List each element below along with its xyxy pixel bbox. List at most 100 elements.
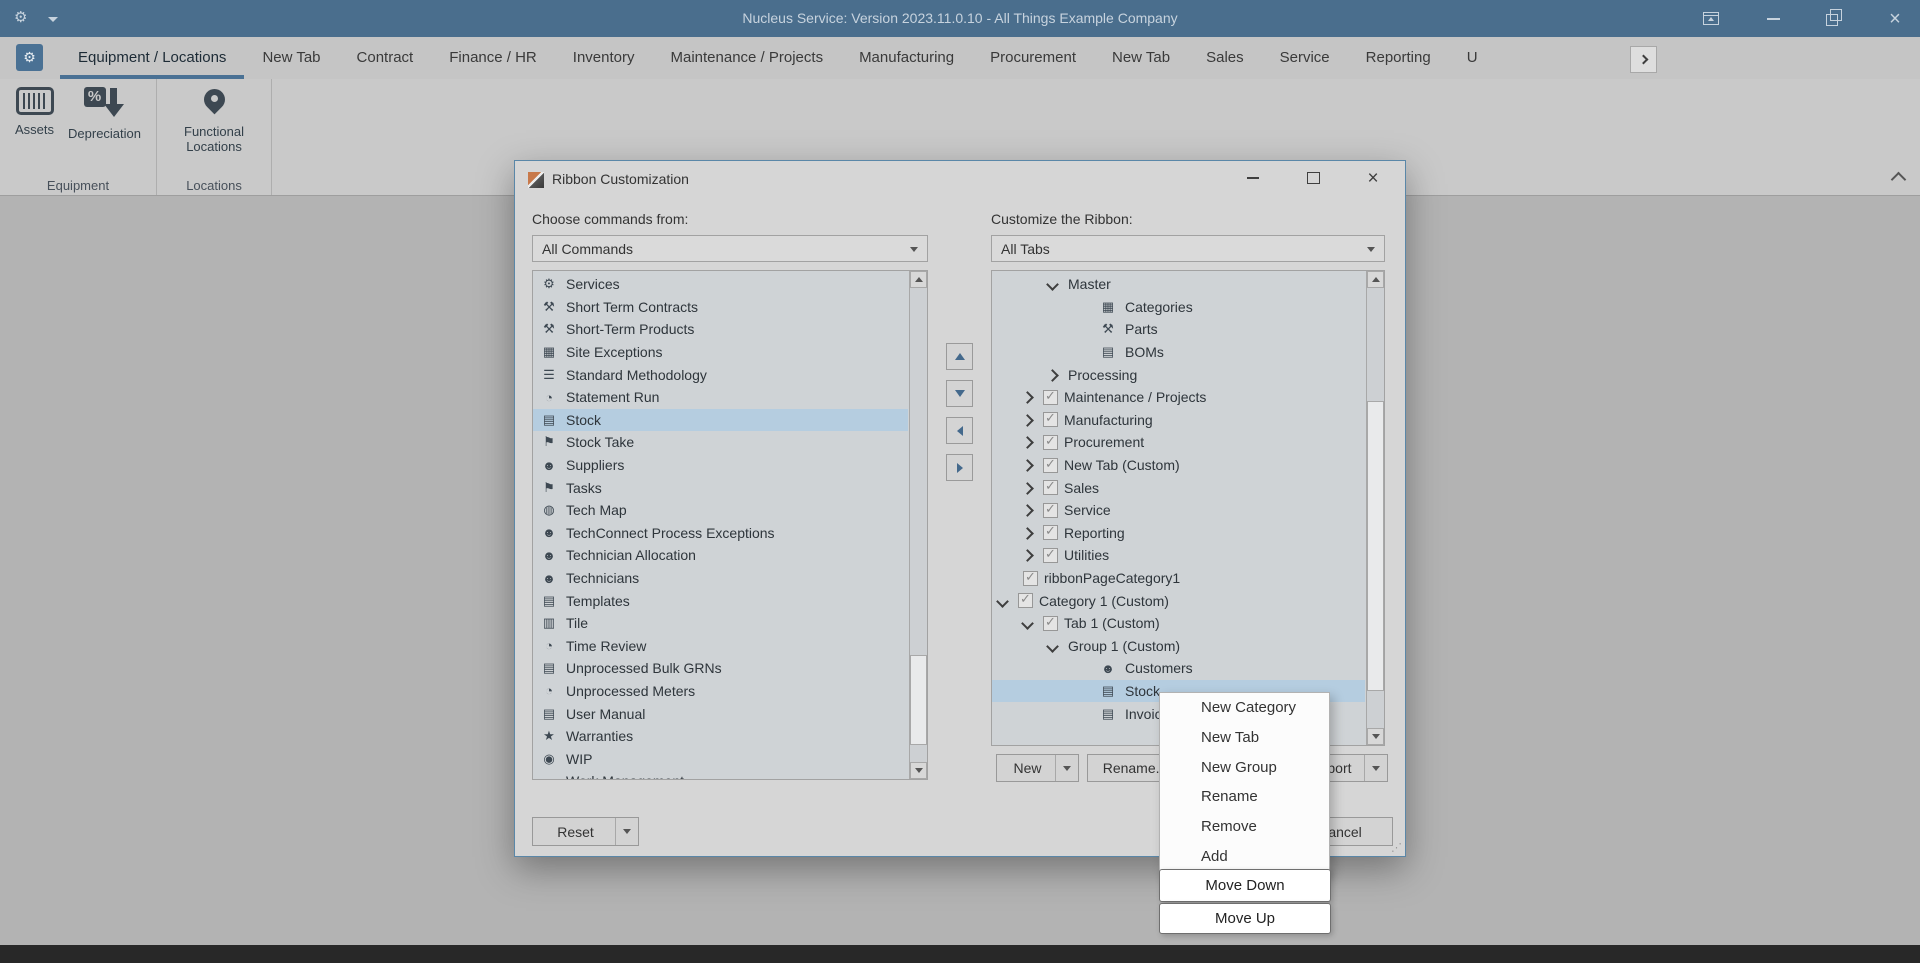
tree-node-maintenance-projects[interactable]: ✓ Maintenance / Projects xyxy=(992,386,1365,409)
command-item-technician-allocation[interactable]: ☻ Technician Allocation xyxy=(533,544,908,567)
command-item-unprocessed-meters[interactable]: ◔ Unprocessed Meters xyxy=(533,680,908,703)
dialog-maximize-button[interactable] xyxy=(1297,167,1329,189)
context-menu-item-new-group[interactable]: New Group xyxy=(1160,753,1329,783)
command-item-suppliers[interactable]: ☻ Suppliers xyxy=(533,454,908,477)
close-button[interactable]: × xyxy=(1878,0,1912,37)
tab-overflow-button[interactable] xyxy=(1630,46,1657,73)
tree-checkbox[interactable]: ✓ xyxy=(1043,433,1058,450)
reset-dropdown-arrow[interactable] xyxy=(615,818,638,845)
command-item-templates[interactable]: ▤ Templates xyxy=(533,589,908,612)
customize-ribbon-dropdown[interactable]: All Tabs xyxy=(991,235,1385,262)
command-item-wip[interactable]: ◉ WIP xyxy=(533,747,908,770)
context-menu-item-rename[interactable]: Rename xyxy=(1160,782,1329,812)
command-item-work-management[interactable]: ▬ Work Management xyxy=(533,770,908,779)
tree-checkbox[interactable]: ✓ xyxy=(1018,591,1033,609)
tab-new-tab[interactable]: New Tab xyxy=(1094,37,1188,79)
tree-expander[interactable] xyxy=(1021,457,1043,473)
tree-checkbox[interactable]: ✓ xyxy=(1043,614,1058,631)
tree-expander[interactable] xyxy=(1021,615,1043,631)
tab-manufacturing[interactable]: Manufacturing xyxy=(841,37,972,79)
tree-node-group-1-custom[interactable]: Group 1 (Custom) xyxy=(992,635,1365,658)
ribbon-button-functional-locations[interactable]: Functional Locations xyxy=(165,84,263,157)
tree-node-manufacturing[interactable]: ✓ Manufacturing xyxy=(992,409,1365,432)
scroll-thumb[interactable] xyxy=(910,655,927,745)
reset-button[interactable]: Reset xyxy=(532,817,639,846)
tree-expander[interactable] xyxy=(996,593,1018,609)
scroll-down-button[interactable] xyxy=(1367,728,1384,745)
tree-expander[interactable] xyxy=(1046,276,1068,292)
tree-expander[interactable] xyxy=(1021,480,1043,496)
command-item-site-exceptions[interactable]: ▦ Site Exceptions xyxy=(533,341,908,364)
tab-reporting[interactable]: Reporting xyxy=(1348,37,1449,79)
tree-expander[interactable] xyxy=(1046,367,1068,383)
command-item-technicians[interactable]: ☻ Technicians xyxy=(533,567,908,590)
tree-node-tab-1-custom[interactable]: ✓ Tab 1 (Custom) xyxy=(992,612,1365,635)
tree-scrollbar[interactable] xyxy=(1366,271,1384,745)
tree-checkbox[interactable]: ✓ xyxy=(1043,523,1058,541)
command-item-warranties[interactable]: ★ Warranties xyxy=(533,725,908,748)
command-item-stock-take[interactable]: ⚑ Stock Take xyxy=(533,431,908,454)
command-item-tasks[interactable]: ⚑ Tasks xyxy=(533,476,908,499)
tree-checkbox[interactable]: ✓ xyxy=(1043,410,1058,428)
tree-checkbox[interactable]: ✓ xyxy=(1043,388,1058,405)
ribbon-display-options-button[interactable] xyxy=(1694,0,1728,37)
context-menu-item-new-category[interactable]: New Category xyxy=(1160,693,1329,723)
command-item-short-term-contracts[interactable]: ⚒ Short Term Contracts xyxy=(533,296,908,319)
tree-node-reporting[interactable]: ✓ Reporting xyxy=(992,522,1365,545)
move-item-up-button[interactable] xyxy=(946,343,973,370)
tree-node-procurement[interactable]: ✓ Procurement xyxy=(992,431,1365,454)
choose-commands-dropdown[interactable]: All Commands xyxy=(532,235,928,262)
command-item-short-term-products[interactable]: ⚒ Short-Term Products xyxy=(533,318,908,341)
move-item-down-button[interactable] xyxy=(946,380,973,407)
scroll-up-button[interactable] xyxy=(910,271,927,288)
command-item-time-review[interactable]: ◔ Time Review xyxy=(533,635,908,658)
import-export-dropdown-arrow[interactable] xyxy=(1364,755,1387,781)
command-item-services[interactable]: ⚙ Services xyxy=(533,273,908,296)
collapse-ribbon-button[interactable] xyxy=(1890,171,1907,190)
tree-expander[interactable] xyxy=(1021,502,1043,518)
minimize-button[interactable] xyxy=(1756,0,1790,37)
tree-node-master[interactable]: Master xyxy=(992,273,1365,296)
tab-new-tab[interactable]: New Tab xyxy=(244,37,338,79)
tab-inventory[interactable]: Inventory xyxy=(555,37,653,79)
tree-expander[interactable] xyxy=(1021,434,1043,450)
restore-button[interactable] xyxy=(1816,0,1850,37)
tab-u[interactable]: U xyxy=(1449,37,1496,79)
tab-service[interactable]: Service xyxy=(1262,37,1348,79)
scroll-up-button[interactable] xyxy=(1367,271,1384,288)
tree-expander[interactable] xyxy=(1021,547,1043,563)
tree-checkbox[interactable]: ✓ xyxy=(1043,546,1058,563)
context-menu-item-remove[interactable]: Remove xyxy=(1160,812,1329,842)
tab-finance-hr[interactable]: Finance / HR xyxy=(431,37,555,79)
command-item-user-manual[interactable]: ▤ User Manual xyxy=(533,702,908,725)
command-item-statement-run[interactable]: ◔ Statement Run xyxy=(533,386,908,409)
command-item-techconnect-process-exceptions[interactable]: ☻ TechConnect Process Exceptions xyxy=(533,522,908,545)
command-item-unprocessed-bulk-grns[interactable]: ▤ Unprocessed Bulk GRNs xyxy=(533,657,908,680)
command-item-tech-map[interactable]: ◍ Tech Map xyxy=(533,499,908,522)
add-command-button[interactable] xyxy=(946,454,973,481)
tree-node-processing[interactable]: Processing xyxy=(992,363,1365,386)
tree-node-utilities[interactable]: ✓ Utilities xyxy=(992,544,1365,567)
resize-grip[interactable]: ⋰ xyxy=(1391,841,1402,854)
tree-node-categories[interactable]: ▦ Categories xyxy=(992,296,1365,319)
new-button[interactable]: New xyxy=(996,754,1079,782)
new-dropdown-arrow[interactable] xyxy=(1055,755,1078,781)
commands-scrollbar[interactable] xyxy=(909,271,927,779)
tree-expander[interactable] xyxy=(1021,389,1043,405)
move-down-button[interactable]: Move Down xyxy=(1159,869,1331,902)
scroll-thumb[interactable] xyxy=(1367,401,1384,691)
tree-expander[interactable] xyxy=(1046,638,1068,654)
tab-equipment-locations[interactable]: Equipment / Locations xyxy=(60,37,244,79)
tree-expander[interactable] xyxy=(1021,525,1043,541)
tree-node-ribbonpagecategory1[interactable]: ✓ ribbonPageCategory1 xyxy=(992,567,1365,590)
dialog-minimize-button[interactable] xyxy=(1237,167,1269,189)
tree-node-parts[interactable]: ⚒ Parts xyxy=(992,318,1365,341)
dialog-close-button[interactable]: × xyxy=(1357,167,1389,189)
tree-checkbox[interactable]: ✓ xyxy=(1023,569,1038,586)
tree-checkbox[interactable]: ✓ xyxy=(1043,456,1058,473)
move-up-button[interactable]: Move Up xyxy=(1159,903,1331,934)
tree-node-service[interactable]: ✓ Service xyxy=(992,499,1365,522)
command-item-tile[interactable]: ▥ Tile xyxy=(533,612,908,635)
ribbon-button-depreciation[interactable]: % Depreciation xyxy=(61,84,148,144)
tree-node-category-1-custom[interactable]: ✓ Category 1 (Custom) xyxy=(992,589,1365,612)
